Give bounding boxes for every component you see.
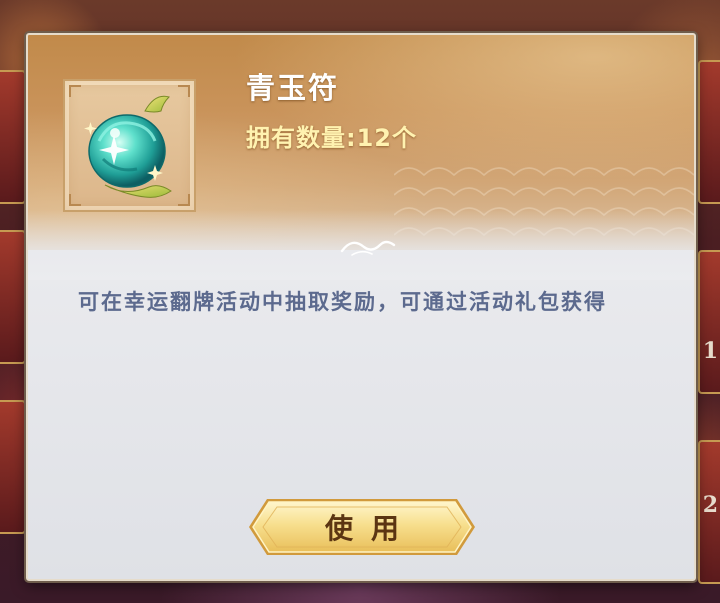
background-card xyxy=(0,230,26,364)
background-number: 2 xyxy=(702,492,718,518)
item-count: 拥有数量:12个 xyxy=(246,118,417,153)
item-icon-frame xyxy=(63,79,196,212)
use-button[interactable]: 使用 xyxy=(247,497,477,557)
item-count-label: 拥有数量: xyxy=(246,124,357,152)
background-card xyxy=(0,70,26,204)
item-count-value: 12个 xyxy=(356,124,418,152)
background-card xyxy=(698,250,720,394)
background-card xyxy=(0,400,26,534)
item-description: 可在幸运翻牌活动中抽取奖励，可通过活动礼包获得 xyxy=(78,290,607,314)
jade-orb-icon xyxy=(84,95,172,198)
background-number: 1 xyxy=(702,338,718,364)
background-card xyxy=(698,60,720,204)
use-button-label: 使用 xyxy=(324,512,417,545)
item-detail-dialog: 青玉符 拥有数量:12个 可在幸运翻牌活动中抽取奖励，可通过活动礼包获得 使用 xyxy=(26,33,696,581)
cloud-ornament-icon xyxy=(340,240,396,256)
item-name: 青玉符 xyxy=(246,71,340,105)
